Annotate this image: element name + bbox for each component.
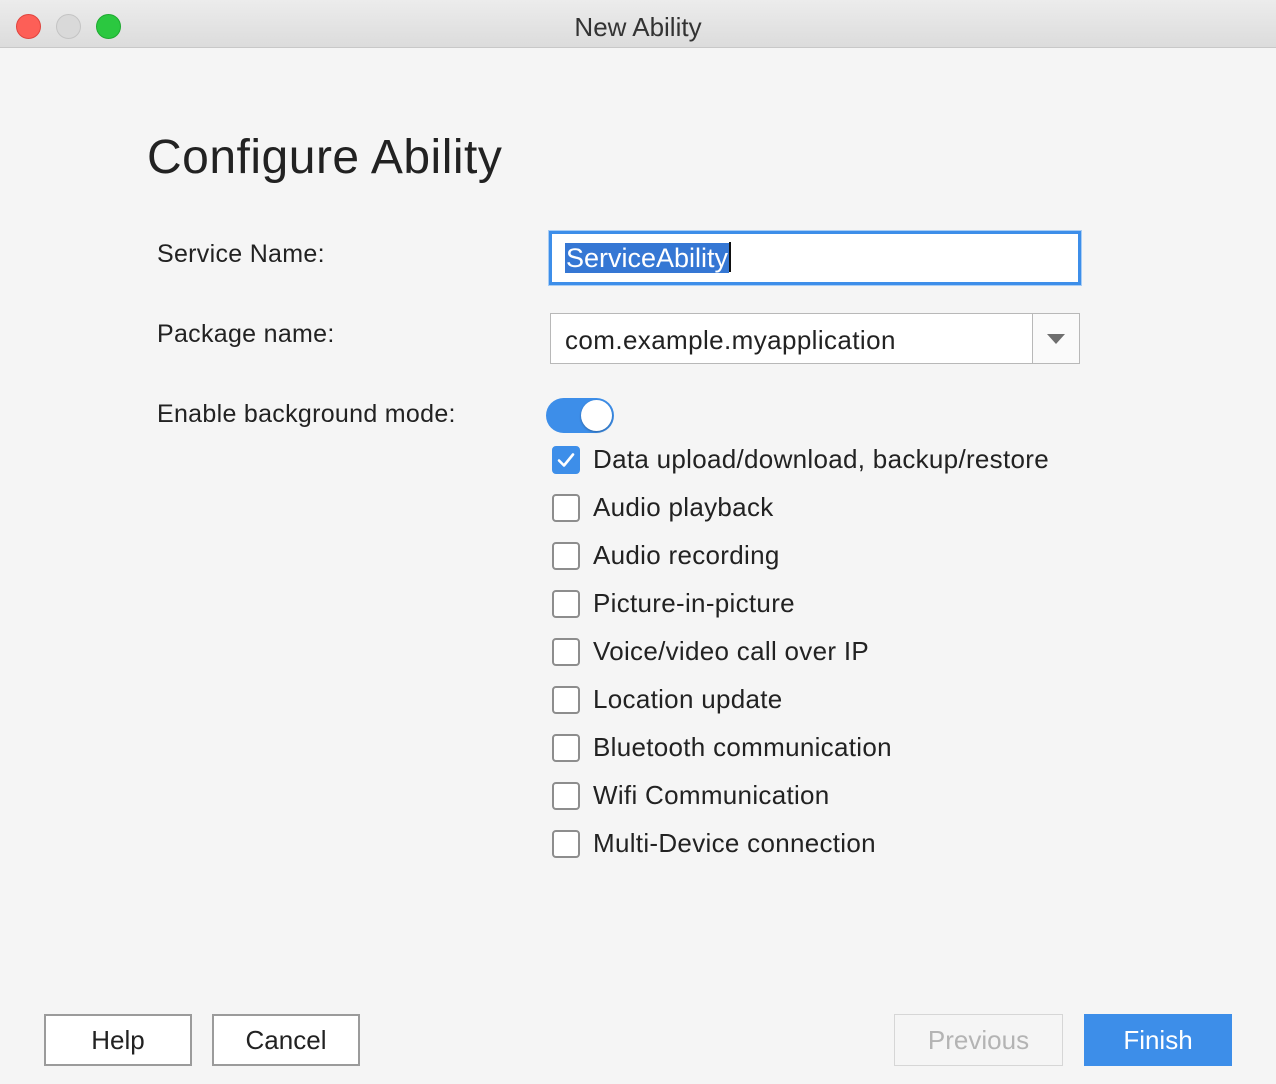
package-name-dropdown-button[interactable]	[1032, 314, 1079, 363]
window-title: New Ability	[574, 12, 702, 42]
background-mode-option-label: Audio playback	[593, 492, 774, 522]
help-button[interactable]: Help	[44, 1014, 192, 1066]
chevron-down-icon	[1047, 334, 1065, 344]
background-mode-checkbox[interactable]	[552, 446, 580, 474]
cancel-button[interactable]: Cancel	[212, 1014, 360, 1066]
package-name-value: com.example.myapplication	[565, 325, 896, 355]
background-mode-option-label: Voice/video call over IP	[593, 636, 870, 666]
background-mode-checkbox[interactable]	[552, 734, 580, 762]
background-mode-option-label: Audio recording	[593, 540, 780, 570]
background-mode-label: Enable background mode:	[157, 400, 456, 428]
background-mode-checkbox[interactable]	[552, 686, 580, 714]
package-name-combobox[interactable]: com.example.myapplication	[550, 313, 1080, 364]
title-bar: New Ability	[0, 0, 1276, 48]
background-mode-option-label: Data upload/download, backup/restore	[593, 444, 1049, 474]
background-mode-option-label: Bluetooth communication	[593, 732, 892, 762]
background-mode-checkbox[interactable]	[552, 542, 580, 570]
background-mode-option-label: Multi-Device connection	[593, 828, 876, 858]
service-name-value: ServiceAbility	[565, 243, 730, 273]
previous-button[interactable]: Previous	[894, 1014, 1063, 1066]
background-mode-checkbox[interactable]	[552, 494, 580, 522]
background-mode-option-label: Location update	[593, 684, 783, 714]
page-title: Configure Ability	[147, 131, 503, 184]
background-mode-checkbox[interactable]	[552, 590, 580, 618]
background-mode-option-label: Wifi Communication	[593, 780, 830, 810]
background-mode-checkbox[interactable]	[552, 638, 580, 666]
checkmark-icon	[557, 453, 575, 467]
background-mode-checkbox[interactable]	[552, 782, 580, 810]
toggle-knob	[581, 400, 612, 431]
service-name-input[interactable]: ServiceAbility	[549, 231, 1081, 285]
background-mode-option-label: Picture-in-picture	[593, 588, 795, 618]
package-name-label: Package name:	[157, 320, 335, 348]
service-name-label: Service Name:	[157, 240, 325, 268]
background-mode-toggle[interactable]	[546, 398, 614, 433]
finish-button[interactable]: Finish	[1084, 1014, 1232, 1066]
text-caret	[729, 242, 732, 272]
background-mode-checkbox[interactable]	[552, 830, 580, 858]
